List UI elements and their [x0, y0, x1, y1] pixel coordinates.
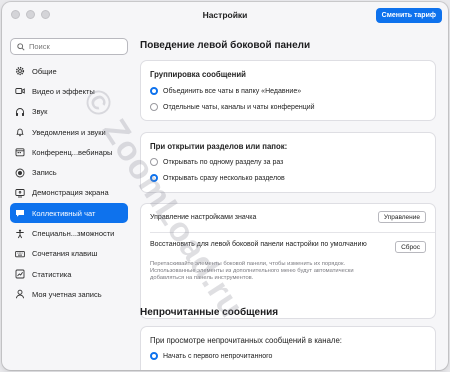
radio-button-selected[interactable] [150, 174, 158, 182]
sidebar-item-label: Запись [32, 168, 57, 178]
manage-button[interactable]: Управление [377, 211, 426, 223]
unread-heading: При просмотре непрочитанных сообщений в … [150, 336, 342, 345]
card-open-sections: При открытии разделов или папок: Открыва… [140, 132, 436, 193]
sidebar-item-label: Уведомления и звуки [32, 127, 106, 137]
reset-sidebar-label: Восстановить для левой боковой панели на… [150, 241, 367, 248]
divider [150, 232, 435, 233]
section-title-unread: Непрочитанные сообщения [140, 307, 279, 318]
settings-window: Настройки Сменить тариф Общие Видео и эф… [2, 2, 448, 370]
card-unread-messages: При просмотре непрочитанных сообщений в … [140, 326, 436, 370]
screen-share-icon [15, 188, 25, 198]
record-icon [15, 168, 25, 178]
search-icon [17, 42, 25, 51]
radio-button-selected[interactable] [150, 352, 158, 360]
reset-description: Перетаскивайте элементы боковой панели, … [150, 261, 354, 281]
gear-icon [15, 66, 25, 76]
folders-heading: При открытии разделов или папок: [150, 142, 288, 151]
radio-start-first-unread[interactable]: Начать с первого непрочитанного [150, 352, 272, 360]
sidebar-item-label: Демонстрация экрана [32, 188, 109, 198]
sidebar-item-general[interactable]: Общие [10, 61, 128, 81]
radio-label: Отдельные чаты, каналы и чаты конференци… [163, 103, 315, 111]
sidebar-item-label: Звук [32, 107, 48, 117]
window-title: Настройки [202, 10, 248, 20]
icon-settings-label: Управление настройками значка [150, 214, 257, 221]
sidebar-item-team-chat[interactable]: Коллективный чат [10, 203, 128, 224]
radio-label: Объединить все чаты в папку «Недавние» [163, 87, 302, 95]
radio-button[interactable] [150, 158, 158, 166]
radio-button[interactable] [150, 103, 158, 111]
window-controls [11, 10, 50, 19]
section-title-sidebar-behavior: Поведение левой боковой панели [140, 40, 311, 51]
sidebar-item-account[interactable]: Моя учетная запись [10, 284, 128, 304]
bell-icon [15, 127, 25, 137]
card-message-grouping: Группировка сообщений Объединить все чат… [140, 60, 436, 121]
sidebar-item-video[interactable]: Видео и эффекты [10, 81, 128, 101]
sidebar-item-label: Общие [32, 66, 57, 76]
radio-combine-recent[interactable]: Объединить все чаты в папку «Недавние» [150, 87, 301, 95]
person-icon [15, 289, 25, 299]
sidebar-item-screen-share[interactable]: Демонстрация экрана [10, 183, 128, 203]
zoom-window-button[interactable] [41, 10, 50, 19]
close-window-button[interactable] [11, 10, 20, 19]
sidebar-nav: Общие Видео и эффекты Звук Уведомления и… [10, 61, 128, 305]
accessibility-icon [15, 229, 25, 239]
reset-button[interactable]: Сброс [395, 241, 426, 253]
search-box[interactable] [10, 38, 128, 55]
video-icon [15, 86, 25, 96]
sidebar-item-meetings[interactable]: Конференц...вебинары [10, 142, 128, 162]
sidebar-item-notifications[interactable]: Уведомления и звуки [10, 122, 128, 142]
stats-icon [15, 269, 25, 279]
keyboard-icon [15, 249, 25, 259]
grouping-heading: Группировка сообщений [150, 70, 246, 79]
radio-button-selected[interactable] [150, 87, 158, 95]
sidebar-item-label: Моя учетная запись [32, 289, 102, 299]
sidebar-item-audio[interactable]: Звук [10, 102, 128, 122]
sidebar-item-label: Специальн...зможности [32, 229, 115, 239]
radio-open-multiple-sections[interactable]: Открывать сразу несколько разделов [150, 174, 285, 182]
sidebar-item-label: Коллективный чат [32, 208, 96, 218]
radio-separate-chats[interactable]: Отдельные чаты, каналы и чаты конференци… [150, 103, 315, 111]
sidebar-item-statistics[interactable]: Статистика [10, 264, 128, 284]
search-input[interactable] [29, 42, 119, 51]
upgrade-plan-button[interactable]: Сменить тариф [375, 8, 442, 23]
minimize-window-button[interactable] [26, 10, 35, 19]
calendar-icon [15, 147, 25, 157]
sidebar: Общие Видео и эффекты Звук Уведомления и… [2, 28, 136, 370]
radio-open-one-section[interactable]: Открывать по одному разделу за раз [150, 158, 283, 166]
card-sidebar-management: Управление настройками значка Управление… [140, 203, 436, 319]
radio-label: Начать с первого непрочитанного [163, 352, 273, 360]
sidebar-item-label: Видео и эффекты [32, 86, 95, 96]
sidebar-item-label: Конференц...вебинары [32, 147, 113, 157]
radio-label: Открывать сразу несколько разделов [163, 174, 285, 182]
sidebar-item-label: Сочетания клавиш [32, 249, 98, 259]
headphones-icon [15, 107, 25, 117]
sidebar-item-recording[interactable]: Запись [10, 162, 128, 182]
title-bar: Настройки Сменить тариф [2, 2, 448, 28]
settings-content: Поведение левой боковой панели Группиров… [136, 28, 448, 370]
sidebar-item-label: Статистика [32, 269, 72, 279]
radio-label: Открывать по одному разделу за раз [163, 158, 284, 166]
sidebar-item-accessibility[interactable]: Специальн...зможности [10, 223, 128, 243]
chat-icon [15, 208, 25, 218]
sidebar-item-shortcuts[interactable]: Сочетания клавиш [10, 244, 128, 264]
